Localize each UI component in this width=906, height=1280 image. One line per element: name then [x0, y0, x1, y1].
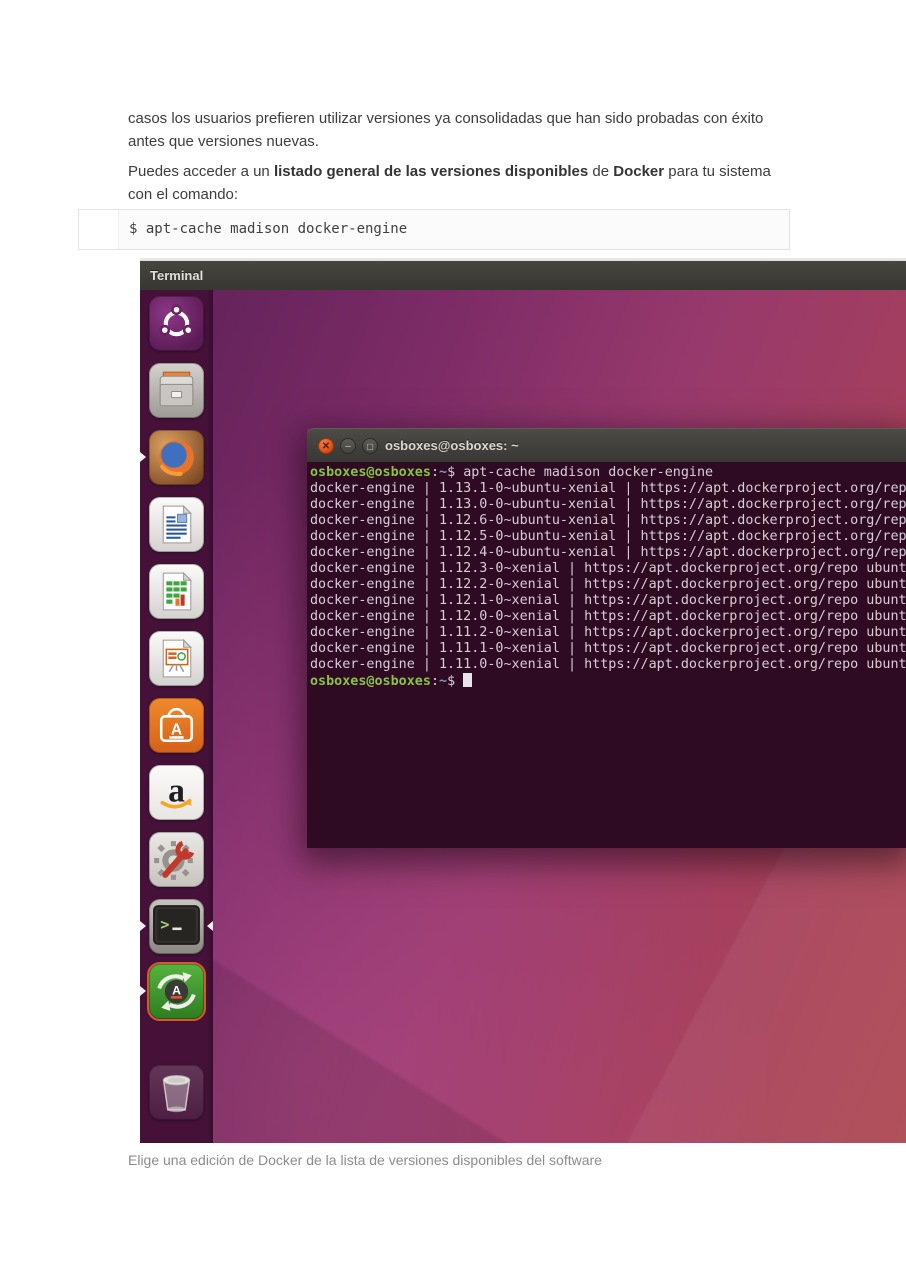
libreoffice-writer-icon[interactable]	[149, 497, 204, 552]
maximize-button[interactable]: ▢	[362, 438, 378, 454]
terminal-output-line: docker-engine | 1.11.1-0~xenial | https:…	[310, 641, 906, 656]
terminal-body[interactable]: osboxes@osboxes:~$ apt-cache madison doc…	[307, 462, 906, 848]
terminal-output-line: docker-engine | 1.11.0-0~xenial | https:…	[310, 657, 906, 672]
terminal-running-pip	[140, 921, 146, 931]
ubuntu-dash-icon[interactable]	[149, 296, 204, 351]
terminal-output-line: docker-engine | 1.12.2-0~xenial | https:…	[310, 577, 906, 592]
amazon-icon[interactable]: a	[149, 765, 204, 820]
terminal-output-line: docker-engine | 1.12.1-0~xenial | https:…	[310, 593, 906, 608]
close-button[interactable]: ✕	[318, 438, 334, 454]
terminal-output-line: docker-engine | 1.12.0-0~xenial | https:…	[310, 609, 906, 624]
command-paragraph: Puedes acceder a un listado general de l…	[128, 163, 771, 203]
terminal-prompt-line: osboxes@osboxes:~$	[310, 673, 906, 689]
code-block: $ apt-cache madison docker-engine	[78, 209, 790, 250]
image-caption: Elige una edición de Docker de la lista …	[128, 1152, 602, 1168]
trash-icon[interactable]	[149, 1065, 204, 1120]
ubuntu-software-center-icon[interactable]: A	[149, 698, 204, 753]
files-icon[interactable]	[149, 363, 204, 418]
libreoffice-impress-icon[interactable]	[149, 631, 204, 686]
unity-launcher: A a > A	[140, 290, 213, 1143]
desktop-wallpaper: A a > A ✕ – ▢ osboxes@osboxes: ~ osboxes…	[140, 290, 906, 1143]
terminal-cursor	[463, 673, 473, 687]
terminal-output-line: docker-engine | 1.13.1-0~ubuntu-xenial |…	[310, 481, 906, 496]
svg-text:A: A	[172, 984, 181, 998]
system-settings-icon[interactable]	[149, 832, 204, 887]
terminal-output-line: docker-engine | 1.12.5-0~ubuntu-xenial |…	[310, 529, 906, 544]
terminal-output-line: docker-engine | 1.12.3-0~xenial | https:…	[310, 561, 906, 576]
terminal-focused-pip	[207, 921, 213, 931]
libreoffice-calc-icon[interactable]	[149, 564, 204, 619]
updater-running-pip	[140, 986, 146, 996]
code-command-text: $ apt-cache madison docker-engine	[129, 221, 408, 237]
minimize-button[interactable]: –	[340, 438, 356, 454]
terminal-titlebar[interactable]: ✕ – ▢ osboxes@osboxes: ~	[307, 428, 906, 462]
terminal-window-title: osboxes@osboxes: ~	[385, 438, 519, 453]
svg-text:A: A	[171, 722, 182, 739]
firefox-running-pip	[140, 452, 146, 462]
terminal-output-line: docker-engine | 1.13.0-0~ubuntu-xenial |…	[310, 497, 906, 512]
terminal-output-line: docker-engine | 1.12.6-0~ubuntu-xenial |…	[310, 513, 906, 528]
firefox-icon[interactable]	[149, 430, 204, 485]
terminal-icon[interactable]: >	[149, 899, 204, 954]
terminal-window: ✕ – ▢ osboxes@osboxes: ~ osboxes@osboxes…	[307, 428, 906, 848]
terminal-output-line: docker-engine | 1.12.4-0~ubuntu-xenial |…	[310, 545, 906, 560]
ubuntu-desktop-screenshot: Terminal A a > A ✕ – ▢ osboxes@osboxes: …	[140, 258, 906, 1143]
intro-paragraph: casos los usuarios prefieren utilizar ve…	[128, 110, 764, 150]
software-updater-icon[interactable]: A	[147, 962, 206, 1021]
menubar-app-title: Terminal	[150, 268, 204, 283]
code-gutter	[79, 210, 119, 249]
terminal-command-line: osboxes@osboxes:~$ apt-cache madison doc…	[310, 465, 714, 480]
terminal-output-line: docker-engine | 1.11.2-0~xenial | https:…	[310, 625, 906, 640]
svg-text:>: >	[160, 916, 169, 934]
unity-menubar: Terminal	[140, 261, 906, 290]
